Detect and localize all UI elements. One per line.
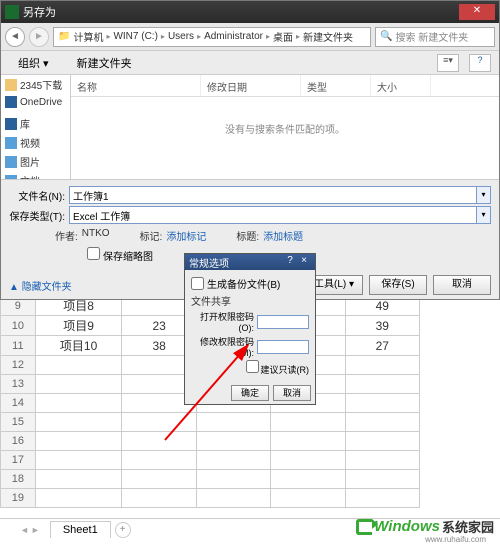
options-cancel-button[interactable]: 取消 [273, 385, 311, 401]
add-title[interactable]: 添加标题 [263, 228, 303, 243]
dialog-title: 另存为 [23, 4, 56, 20]
filetype-label: 保存类型(T): [9, 208, 65, 223]
cell[interactable]: 项目9 [35, 316, 122, 336]
cancel-button[interactable]: 取消 [433, 275, 491, 295]
view-menu[interactable]: ≡▾ [437, 54, 459, 72]
file-share-section: 文件共享 [191, 293, 309, 308]
add-tags[interactable]: 添加标记 [166, 228, 206, 243]
tab-nav[interactable]: ◄► [20, 525, 40, 535]
cell[interactable]: 27 [345, 336, 419, 356]
breadcrumb[interactable]: 📁 计算机▸ WIN7 (C:)▸ Users▸ Administrator▸ … [53, 27, 371, 47]
watermark: Windows系统家园 www.ruhaifu.com [356, 517, 494, 536]
filename-label: 文件名(N): [9, 188, 65, 203]
folder-icon: 📁 [58, 31, 70, 42]
row-header[interactable]: 10 [1, 316, 36, 336]
new-folder-button[interactable]: 新建文件夹 [68, 52, 141, 74]
filename-input[interactable] [69, 186, 477, 204]
options-titlebar[interactable]: 常规选项 ? × [185, 254, 315, 270]
search-icon: 🔍 [380, 31, 392, 42]
readonly-checkbox[interactable] [246, 360, 259, 373]
empty-message: 没有与搜索条件匹配的项。 [71, 97, 499, 179]
open-password-input[interactable] [257, 315, 309, 329]
cell[interactable]: 39 [345, 316, 419, 336]
organize-menu[interactable]: 组织 ▾ [9, 52, 58, 74]
options-ok-button[interactable]: 确定 [231, 385, 269, 401]
logo-icon [356, 519, 372, 535]
filetype-dropdown[interactable]: ▾ [477, 206, 491, 224]
filetype-select[interactable] [69, 206, 477, 224]
sheet-tab[interactable]: Sheet1 [50, 521, 111, 538]
excel-icon [5, 5, 19, 19]
help-icon[interactable]: ? [469, 54, 491, 72]
modify-password-input[interactable] [257, 340, 309, 354]
back-button[interactable]: ◄ [5, 27, 25, 47]
close-icon[interactable]: × [297, 255, 311, 269]
thumbnail-checkbox[interactable] [87, 247, 100, 260]
add-sheet-button[interactable]: + [115, 522, 131, 538]
help-icon[interactable]: ? [283, 255, 297, 269]
folder-tree[interactable]: 2345下载 OneDrive 库 视频 图片 文档 音乐 计算机 WIN7 (… [1, 75, 71, 179]
titlebar[interactable]: 另存为 ✕ [1, 1, 499, 23]
filename-dropdown[interactable]: ▾ [477, 186, 491, 204]
general-options-dialog: 常规选项 ? × 生成备份文件(B) 文件共享 打开权限密码(O): 修改权限密… [184, 253, 316, 405]
cell[interactable]: 项目10 [35, 336, 122, 356]
search-input[interactable]: 🔍 搜索 新建文件夹 [375, 27, 495, 47]
forward-button[interactable]: ► [29, 27, 49, 47]
hide-folders-button[interactable]: ▲ 隐藏文件夹 [9, 282, 72, 293]
save-button[interactable]: 保存(S) [369, 275, 427, 295]
row-header[interactable]: 11 [1, 336, 36, 356]
file-list-header[interactable]: 名称 修改日期 类型 大小 [71, 75, 499, 97]
backup-checkbox[interactable] [191, 277, 204, 290]
close-icon[interactable]: ✕ [459, 4, 495, 20]
